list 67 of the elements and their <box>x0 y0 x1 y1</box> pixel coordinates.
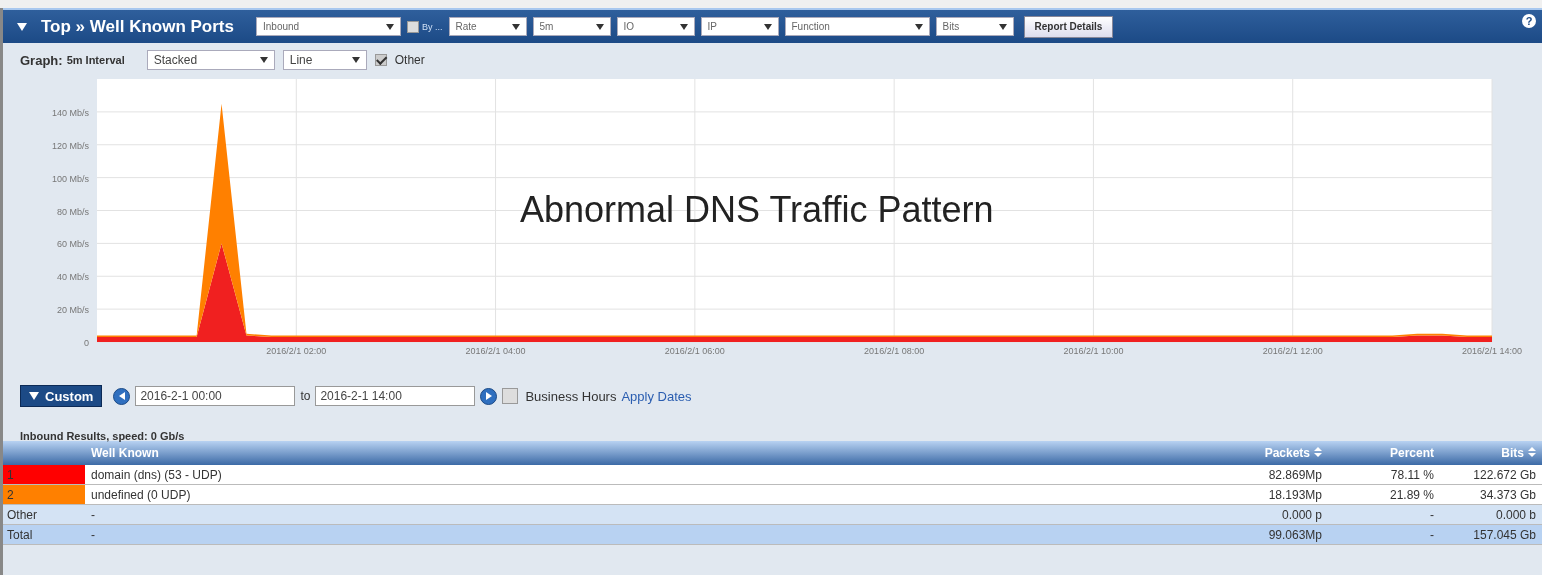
table-cell: 82.869Mp <box>1116 465 1328 485</box>
table-cell: 122.672 Gb <box>1440 465 1542 485</box>
dropdown[interactable]: Line <box>282 50 367 70</box>
apply-dates-link[interactable]: Apply Dates <box>621 388 692 404</box>
x-tick-label: 2016/2/1 04:00 <box>464 345 527 357</box>
checkbox-label: Business Hours <box>525 388 617 404</box>
collapse-icon[interactable] <box>17 22 27 31</box>
dropdown[interactable]: Inbound <box>256 17 401 36</box>
y-tick-label: 20 Mb/s <box>57 305 89 316</box>
to-label: to <box>300 389 311 403</box>
dropdown[interactable]: IP <box>700 17 779 36</box>
checkbox-label: Other <box>394 53 425 67</box>
table-cell: - <box>85 504 1116 525</box>
dropdown[interactable]: 5m <box>532 17 611 36</box>
start-date-field[interactable]: 2016-2-1 00:00 <box>135 386 296 406</box>
graph-label: Graph: <box>20 52 63 68</box>
y-tick-label: 120 Mb/s <box>51 140 89 151</box>
table-cell: 18.193Mp <box>1116 484 1328 505</box>
y-tick-label: 140 Mb/s <box>51 107 89 118</box>
table-cell: - <box>1328 504 1440 525</box>
checkbox-label: By ... <box>422 21 443 32</box>
x-tick-label: 2016/2/1 12:00 <box>1261 345 1324 357</box>
table-cell: 0.000 p <box>1116 504 1328 525</box>
table-cell: 0.000 b <box>1440 504 1542 525</box>
panel-title: Top » Well Known Ports <box>41 16 234 37</box>
rank-cell: Other <box>3 504 85 525</box>
table-cell: 34.373 Gb <box>1440 484 1542 505</box>
range-preset-button[interactable]: Custom <box>20 385 103 407</box>
help-icon[interactable]: ? <box>1522 14 1536 28</box>
table-cell: 157.045 Gb <box>1440 524 1542 545</box>
table-cell: domain (dns) (53 - UDP) <box>85 465 1116 485</box>
y-tick-label: 80 Mb/s <box>57 206 89 217</box>
dropdown[interactable]: Function <box>784 17 930 36</box>
sort-icon[interactable] <box>1314 447 1322 457</box>
end-date-field[interactable]: 2016-2-1 14:00 <box>315 386 476 406</box>
table-cell: - <box>1328 524 1440 545</box>
x-tick-label: 2016/2/1 06:00 <box>663 345 726 357</box>
x-tick-label: 2016/2/1 02:00 <box>265 345 328 357</box>
interval-label: 5m Interval <box>66 54 125 66</box>
checkbox[interactable] <box>502 388 519 404</box>
sort-icon[interactable] <box>1528 447 1536 457</box>
rank-cell: 1 <box>3 465 85 485</box>
rank-cell: Total <box>3 524 85 545</box>
next-icon[interactable] <box>480 387 498 405</box>
table-cell: 99.063Mp <box>1116 524 1328 545</box>
dropdown[interactable]: Stacked <box>146 50 275 70</box>
checkbox[interactable] <box>374 54 387 66</box>
y-tick-label: 100 Mb/s <box>51 173 89 184</box>
previous-icon[interactable] <box>113 387 131 405</box>
y-tick-label: 40 Mb/s <box>57 272 89 283</box>
table-cell: 78.11 % <box>1328 465 1440 485</box>
table-cell: - <box>85 524 1116 545</box>
x-tick-label: 2016/2/1 08:00 <box>863 345 926 357</box>
rank-cell: 2 <box>3 484 85 505</box>
y-tick-label: 0 <box>84 338 89 348</box>
results-title: Inbound Results, speed: 0 Gb/s <box>20 429 186 441</box>
checkbox[interactable] <box>407 20 419 33</box>
dropdown[interactable]: Bits <box>935 17 1014 36</box>
y-tick-label: 60 Mb/s <box>57 239 89 250</box>
dropdown[interactable]: Rate <box>448 17 527 36</box>
x-tick-label: 2016/2/1 14:00 <box>1460 345 1524 357</box>
table-cell: undefined (0 UDP) <box>85 484 1116 505</box>
table-cell: 21.89 % <box>1328 484 1440 505</box>
chart-caption: Abnormal DNS Traffic Pattern <box>520 189 994 231</box>
report-details-button[interactable]: Report Details <box>1023 15 1114 38</box>
dropdown[interactable]: IO <box>616 17 695 36</box>
x-tick-label: 2016/2/1 10:00 <box>1062 345 1125 357</box>
